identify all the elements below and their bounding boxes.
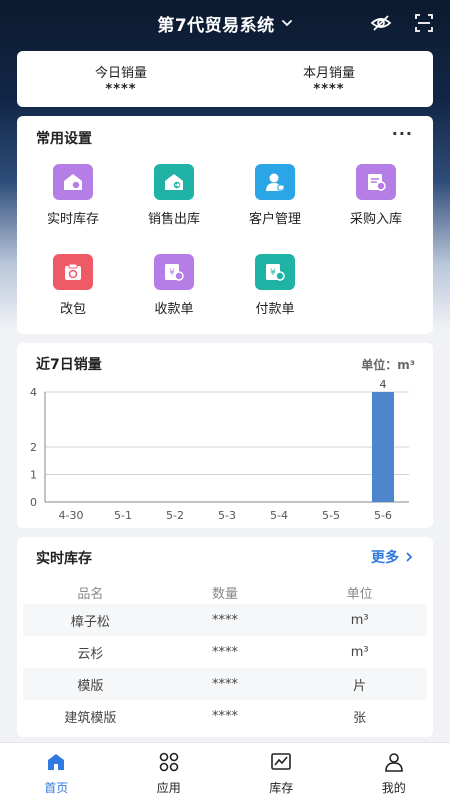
- x-tick-label: 5-2: [166, 509, 184, 522]
- tab-inventory[interactable]: 库存: [225, 743, 338, 800]
- shortcut-sales-outbound[interactable]: 销售出库: [124, 164, 224, 227]
- bar: [372, 392, 394, 502]
- scan-icon[interactable]: [413, 12, 435, 34]
- shortcut-label: 收款单: [154, 302, 194, 317]
- cell-quantity: ****: [212, 612, 238, 628]
- tab-label: 应用: [156, 781, 181, 795]
- purchase-icon: [356, 164, 396, 200]
- page-title: 第7代贸易系统: [157, 15, 275, 36]
- inventory-chart-icon: [271, 753, 292, 770]
- common-settings-card: 常用设置 ··· 实时库存 销售出库 客户管理 采购入库 改包 ¥ 收款单 ¥ …: [17, 116, 433, 334]
- home-icon: [48, 754, 65, 770]
- cell-name: 云杉: [77, 646, 104, 662]
- customer-icon: [255, 164, 295, 200]
- today-sales: 今日销量 ****: [17, 51, 225, 107]
- payment-icon: ¥: [255, 254, 295, 290]
- table-row[interactable]: 云杉 **** m³: [23, 636, 427, 668]
- outbound-icon: [154, 164, 194, 200]
- month-sales-value: ****: [313, 81, 345, 97]
- tab-label: 库存: [269, 781, 294, 795]
- profile-icon: [384, 753, 403, 772]
- month-sales-label: 本月销量: [302, 65, 355, 81]
- top-bar: 第7代贸易系统: [0, 0, 450, 46]
- tab-label: 首页: [44, 781, 69, 795]
- header-name: 品名: [77, 586, 104, 602]
- shortcut-label: 付款单: [255, 302, 295, 317]
- shortcut-label: 销售出库: [147, 212, 200, 227]
- more-options-icon[interactable]: ···: [392, 124, 413, 143]
- table-row[interactable]: 樟子松 **** m³: [23, 604, 427, 636]
- cell-quantity: ****: [212, 644, 238, 660]
- settings-title: 常用设置: [36, 131, 92, 147]
- today-sales-value: ****: [105, 81, 137, 97]
- x-tick-label: 5-5: [322, 509, 340, 522]
- shortcut-label: 改包: [59, 302, 86, 317]
- hide-eye-icon[interactable]: [370, 12, 392, 34]
- x-tick-label: 5-4: [270, 509, 288, 522]
- header-unit: 单位: [346, 586, 373, 602]
- svg-text:¥: ¥: [270, 268, 276, 278]
- stock-title: 实时库存: [36, 551, 92, 567]
- shortcut-label: 客户管理: [248, 212, 301, 227]
- y-tick-label: 2: [30, 441, 37, 454]
- realtime-stock-card: 实时库存 更多 品名 数量 单位 樟子松 **** m³ 云杉 **** m³ …: [17, 537, 433, 737]
- table-row[interactable]: 模版 **** 片: [23, 668, 427, 700]
- cell-name: 模版: [77, 678, 104, 694]
- shortcut-repack[interactable]: 改包: [23, 254, 123, 317]
- header-quantity: 数量: [212, 586, 239, 602]
- cell-unit: m³: [350, 644, 369, 660]
- apps-icon: [159, 752, 179, 772]
- cell-quantity: ****: [212, 708, 238, 724]
- warehouse-icon: [53, 164, 93, 200]
- shortcut-label: 实时库存: [46, 212, 99, 227]
- chevron-down-icon: [281, 20, 292, 26]
- cell-name: 建筑模版: [64, 710, 117, 726]
- sales-bar-chart: 0 1 2 4 4-30 5-1 5-2 5-3 5-4 5-5 5-6 4: [30, 378, 409, 522]
- weekly-sales-card: 近7日销量 单位：m³ 0 1 2 4 4-30 5-1 5-2 5-3 5-4 5-5 5-6 4: [17, 343, 433, 528]
- today-sales-label: 今日销量: [94, 65, 147, 81]
- y-tick-label: 4: [30, 386, 37, 399]
- bottom-tab-bar: 首页 应用 库存 我的: [0, 742, 450, 800]
- stock-more-link[interactable]: 更多: [371, 547, 413, 567]
- cell-unit: 张: [353, 710, 367, 726]
- x-tick-label: 4-30: [59, 509, 84, 522]
- shortcut-purchase-inbound[interactable]: 采购入库: [326, 164, 426, 227]
- sales-summary-card: 今日销量 **** 本月销量 ****: [17, 51, 433, 107]
- chevron-right-icon: [406, 552, 413, 562]
- receipt-icon: ¥: [154, 254, 194, 290]
- tab-home[interactable]: 首页: [0, 743, 113, 800]
- tab-profile[interactable]: 我的: [338, 743, 450, 800]
- more-label: 更多: [371, 550, 399, 566]
- shortcut-label: 采购入库: [349, 212, 402, 227]
- cell-quantity: ****: [212, 676, 238, 692]
- month-sales: 本月销量 ****: [225, 51, 433, 107]
- cell-name: 樟子松: [70, 614, 110, 630]
- shortcut-payment[interactable]: ¥ 付款单: [225, 254, 325, 317]
- y-tick-label: 0: [30, 496, 37, 509]
- x-tick-label: 5-1: [114, 509, 132, 522]
- shortcut-receipt[interactable]: ¥ 收款单: [124, 254, 224, 317]
- tab-label: 我的: [381, 781, 406, 795]
- cell-unit: m³: [350, 612, 369, 628]
- y-tick-label: 1: [30, 469, 37, 482]
- shortcut-realtime-stock[interactable]: 实时库存: [23, 164, 123, 227]
- cell-unit: 片: [353, 678, 367, 694]
- x-tick-label: 5-3: [218, 509, 236, 522]
- table-row[interactable]: 建筑模版 **** 张: [23, 700, 427, 732]
- shortcut-customer-management[interactable]: 客户管理: [225, 164, 325, 227]
- data-label: 4: [380, 378, 387, 391]
- svg-text:¥: ¥: [169, 268, 175, 278]
- x-tick-label: 5-6: [374, 509, 392, 522]
- system-switcher[interactable]: 第7代贸易系统: [157, 11, 292, 36]
- repack-icon: [53, 254, 93, 290]
- stock-table-header: 品名 数量 单位: [23, 577, 427, 607]
- tab-apps[interactable]: 应用: [113, 743, 226, 800]
